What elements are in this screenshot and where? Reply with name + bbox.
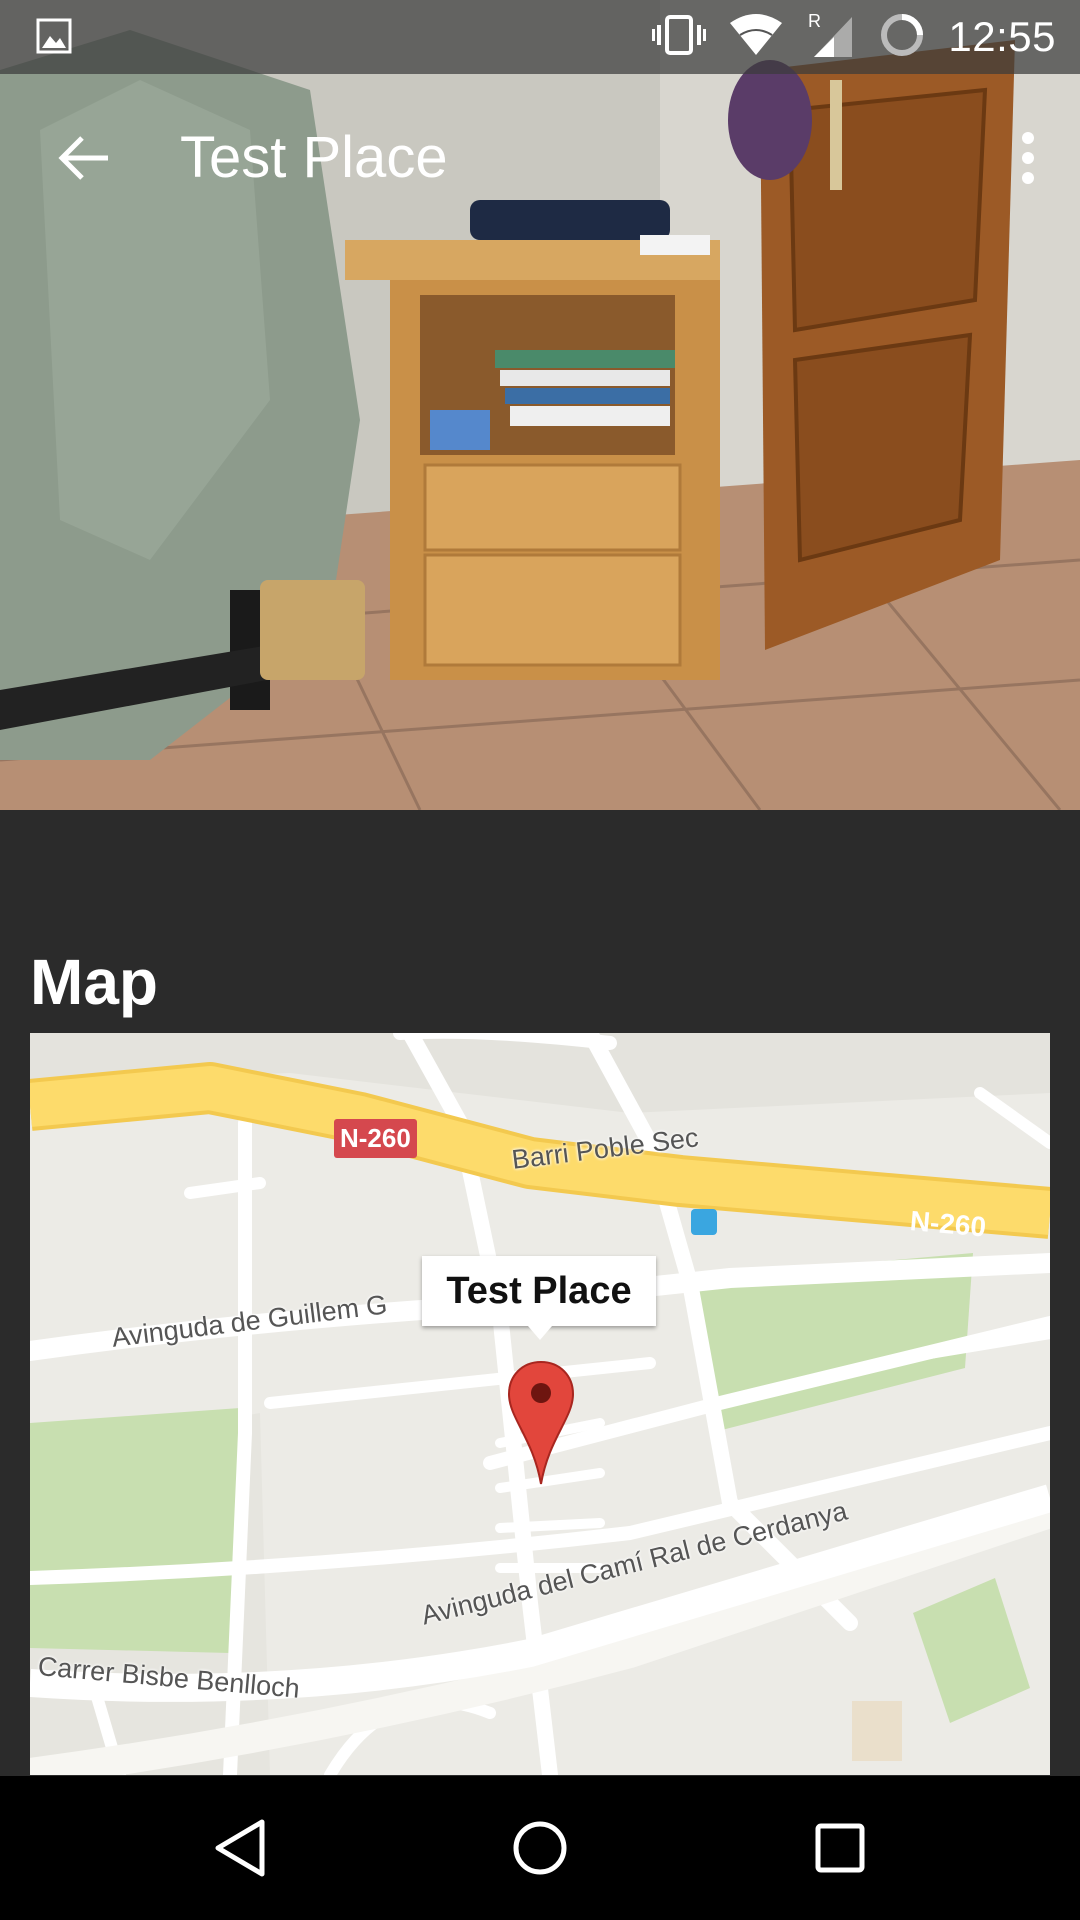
more-vert-icon [1022, 132, 1034, 184]
arrow-back-icon [58, 136, 108, 180]
back-button[interactable] [44, 118, 124, 198]
app-toolbar: Test Place [0, 74, 1080, 246]
highway-label: N-260 [908, 1205, 988, 1243]
marker-info-window[interactable]: Test Place [422, 1256, 656, 1340]
recents-square-icon [815, 1823, 865, 1873]
nav-recents-button[interactable] [790, 1798, 890, 1898]
home-circle-icon [513, 1821, 567, 1875]
page-title: Test Place [180, 125, 448, 190]
overflow-menu-button[interactable] [996, 118, 1060, 198]
wifi-icon [728, 13, 784, 62]
roaming-signal-icon: R [806, 11, 856, 64]
vibrate-icon [652, 14, 707, 60]
status-bar: R 12:55 [0, 0, 1080, 74]
bus-stop-icon[interactable] [691, 1209, 717, 1235]
nav-back-button[interactable] [190, 1798, 290, 1898]
map-section-title: Map [30, 946, 158, 1018]
back-triangle-icon [215, 1819, 265, 1877]
map-view[interactable]: N-260 N-260 Barri Poble Sec Avinguda de … [30, 1033, 1050, 1775]
road-shield: N-260 [334, 1119, 417, 1158]
image-notification-icon [36, 18, 72, 54]
svg-text:R: R [808, 11, 821, 31]
marker-info-title: Test Place [446, 1269, 632, 1312]
status-time: 12:55 [948, 13, 1056, 60]
nav-home-button[interactable] [490, 1798, 590, 1898]
map-marker-icon[interactable] [507, 1360, 575, 1486]
system-nav-bar [0, 1776, 1080, 1920]
battery-loading-icon [878, 11, 926, 64]
